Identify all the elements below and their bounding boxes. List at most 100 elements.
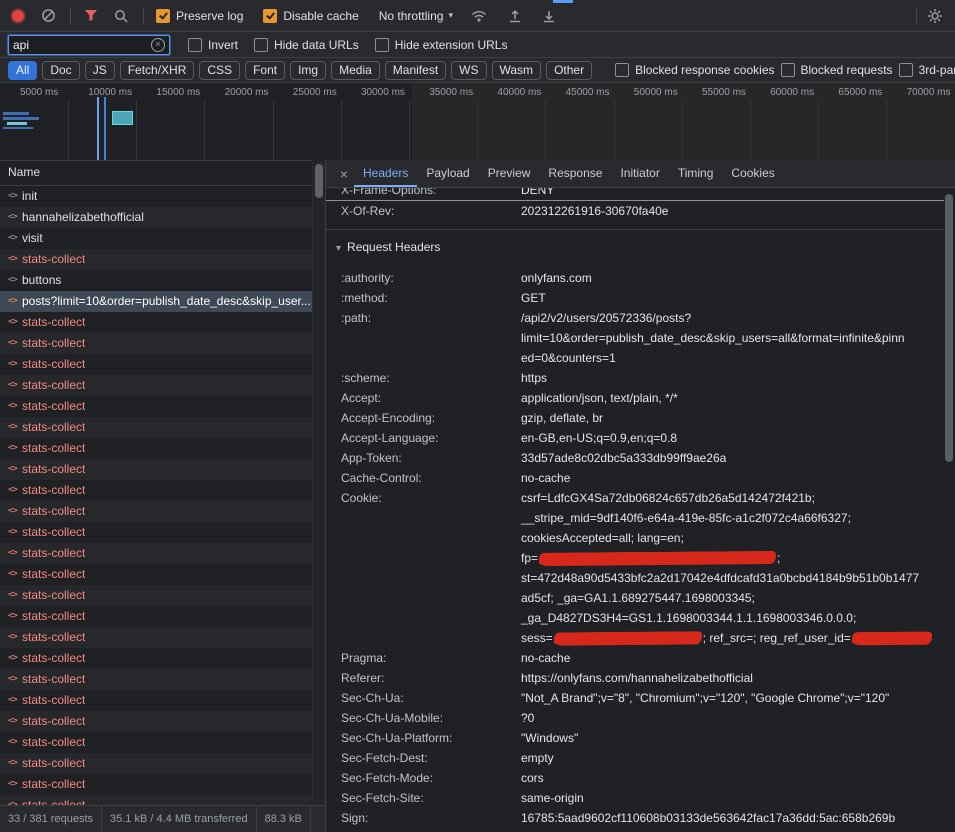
request-row[interactable]: <>visit [0, 228, 313, 249]
clear-filter-icon[interactable]: × [151, 38, 165, 52]
request-row[interactable]: <>buttons [0, 270, 313, 291]
header-name: :method: [326, 288, 521, 308]
export-har-icon[interactable] [539, 6, 559, 26]
tab-timing[interactable]: Timing [669, 160, 723, 187]
request-row[interactable]: <>stats-collect [0, 354, 313, 375]
header-name: Pragma: [326, 648, 521, 668]
scrollbar-thumb[interactable] [945, 194, 953, 462]
settings-gear-icon[interactable] [925, 6, 945, 26]
type-chip-media[interactable]: Media [331, 61, 380, 80]
request-row[interactable]: <>stats-collect [0, 606, 313, 627]
header-value: no-cache [521, 648, 570, 668]
request-row[interactable]: <>stats-collect [0, 312, 313, 333]
checkbox-unchecked-icon [899, 63, 913, 77]
type-checkbox-3rd-party-requests[interactable]: 3rd-party requests [899, 63, 955, 77]
request-row[interactable]: <>stats-collect [0, 648, 313, 669]
record-button[interactable] [12, 10, 24, 22]
request-row[interactable]: <>init [0, 186, 313, 207]
disable-cache-label: Disable cache [283, 9, 358, 23]
type-chip-all[interactable]: All [8, 61, 37, 80]
request-list-scrollbar[interactable] [312, 160, 325, 806]
header-value: "Windows" [521, 728, 578, 748]
type-chip-other[interactable]: Other [546, 61, 592, 80]
header-row: Pragma:no-cache [326, 648, 944, 668]
tab-payload[interactable]: Payload [417, 160, 478, 187]
resource-type-icon: <> [8, 690, 22, 711]
request-row[interactable]: <>stats-collect [0, 438, 313, 459]
request-row[interactable]: <>stats-collect [0, 501, 313, 522]
request-row[interactable]: <>stats-collect [0, 375, 313, 396]
request-row[interactable]: <>stats-collect [0, 417, 313, 438]
request-row[interactable]: <>stats-collect [0, 480, 313, 501]
header-value: https [521, 368, 547, 388]
header-row: X-Frame-Options:DENY [326, 188, 944, 200]
disable-cache-checkbox[interactable]: Disable cache [263, 9, 358, 23]
type-checkbox-blocked-requests[interactable]: Blocked requests [781, 63, 893, 77]
type-chip-img[interactable]: Img [290, 61, 326, 80]
tab-cookies[interactable]: Cookies [722, 160, 783, 187]
type-checkbox-blocked-requests-label: Blocked requests [801, 63, 893, 77]
type-checkbox-blocked-response-cookies[interactable]: Blocked response cookies [615, 63, 774, 77]
request-row[interactable]: <>stats-collect [0, 543, 313, 564]
request-row[interactable]: <>stats-collect [0, 774, 313, 795]
network-conditions-icon[interactable] [469, 6, 489, 26]
header-value-line: no-cache [521, 648, 570, 668]
search-icon[interactable] [111, 6, 131, 26]
request-row[interactable]: <>hannahelizabethofficial [0, 207, 313, 228]
request-row[interactable]: <>stats-collect [0, 732, 313, 753]
header-value-line: ad5cf; _ga=GA1.1.689275447.1698003345; [521, 588, 933, 608]
header-row: Sec-Ch-Ua:"Not_A Brand";v="8", "Chromium… [326, 688, 944, 708]
request-row[interactable]: <>stats-collect [0, 753, 313, 774]
type-chip-doc[interactable]: Doc [42, 61, 79, 80]
name-column-header[interactable]: Name [0, 160, 325, 186]
request-name: stats-collect [22, 627, 85, 648]
throttling-value: No throttling [379, 9, 444, 23]
type-chip-fetch-xhr[interactable]: Fetch/XHR [120, 61, 195, 80]
header-value-line: DENY [521, 188, 554, 200]
request-row[interactable]: <>stats-collect [0, 249, 313, 270]
timeline-overview[interactable]: 5000 ms10000 ms15000 ms20000 ms25000 ms3… [0, 83, 955, 161]
throttling-dropdown[interactable]: No throttling ▾ [379, 9, 453, 23]
header-value: 33d57ade8c02dbc5a333db99ff9ae26a [521, 448, 726, 468]
header-name: Accept-Language: [326, 428, 521, 448]
filter-checkbox-invert[interactable]: Invert [188, 38, 238, 52]
request-headers-section-toggle[interactable]: ▾Request Headers [326, 229, 944, 268]
close-detail-icon[interactable]: × [334, 166, 354, 182]
type-chip-font[interactable]: Font [245, 61, 285, 80]
type-chip-css[interactable]: CSS [199, 61, 240, 80]
filter-checkbox-hide-extension-urls[interactable]: Hide extension URLs [375, 38, 508, 52]
preserve-log-checkbox[interactable]: Preserve log [156, 9, 243, 23]
filter-input[interactable]: api × [8, 35, 170, 55]
header-row: Accept:application/json, text/plain, */* [326, 388, 944, 408]
scrollbar-thumb[interactable] [315, 164, 323, 198]
request-row[interactable]: <>stats-collect [0, 585, 313, 606]
header-row: Cache-Control:no-cache [326, 468, 944, 488]
tab-response[interactable]: Response [539, 160, 611, 187]
filter-funnel-icon[interactable] [81, 6, 101, 26]
filter-checkbox-hide-data-urls[interactable]: Hide data URLs [254, 38, 359, 52]
request-row[interactable]: <>stats-collect [0, 690, 313, 711]
header-value-line: cookiesAccepted=all; lang=en; [521, 528, 933, 548]
request-row[interactable]: <>stats-collect [0, 459, 313, 480]
detail-scrollbar[interactable] [944, 188, 955, 832]
type-chip-manifest[interactable]: Manifest [385, 61, 446, 80]
request-row[interactable]: <>stats-collect [0, 522, 313, 543]
request-row[interactable]: <>stats-collect [0, 627, 313, 648]
clear-button[interactable] [38, 6, 58, 26]
request-row[interactable]: <>stats-collect [0, 333, 313, 354]
import-har-icon[interactable] [505, 6, 525, 26]
request-row[interactable]: <>stats-collect [0, 564, 313, 585]
request-row[interactable]: <>stats-collect [0, 711, 313, 732]
type-chip-ws[interactable]: WS [451, 61, 486, 80]
type-chip-wasm[interactable]: Wasm [492, 61, 542, 80]
header-value-line: en-GB,en-US;q=0.9,en;q=0.8 [521, 428, 677, 448]
request-row[interactable]: <>posts?limit=10&order=publish_date_desc… [0, 291, 313, 312]
tab-preview[interactable]: Preview [479, 160, 540, 187]
header-value-line: sess=; ref_src=; reg_ref_user_id= [521, 628, 933, 648]
type-chip-js[interactable]: JS [85, 61, 115, 80]
tab-headers[interactable]: Headers [354, 160, 417, 187]
request-row[interactable]: <>stats-collect [0, 396, 313, 417]
request-row[interactable]: <>stats-collect [0, 669, 313, 690]
tab-initiator[interactable]: Initiator [611, 160, 668, 187]
header-value-line: ?0 [521, 708, 534, 728]
